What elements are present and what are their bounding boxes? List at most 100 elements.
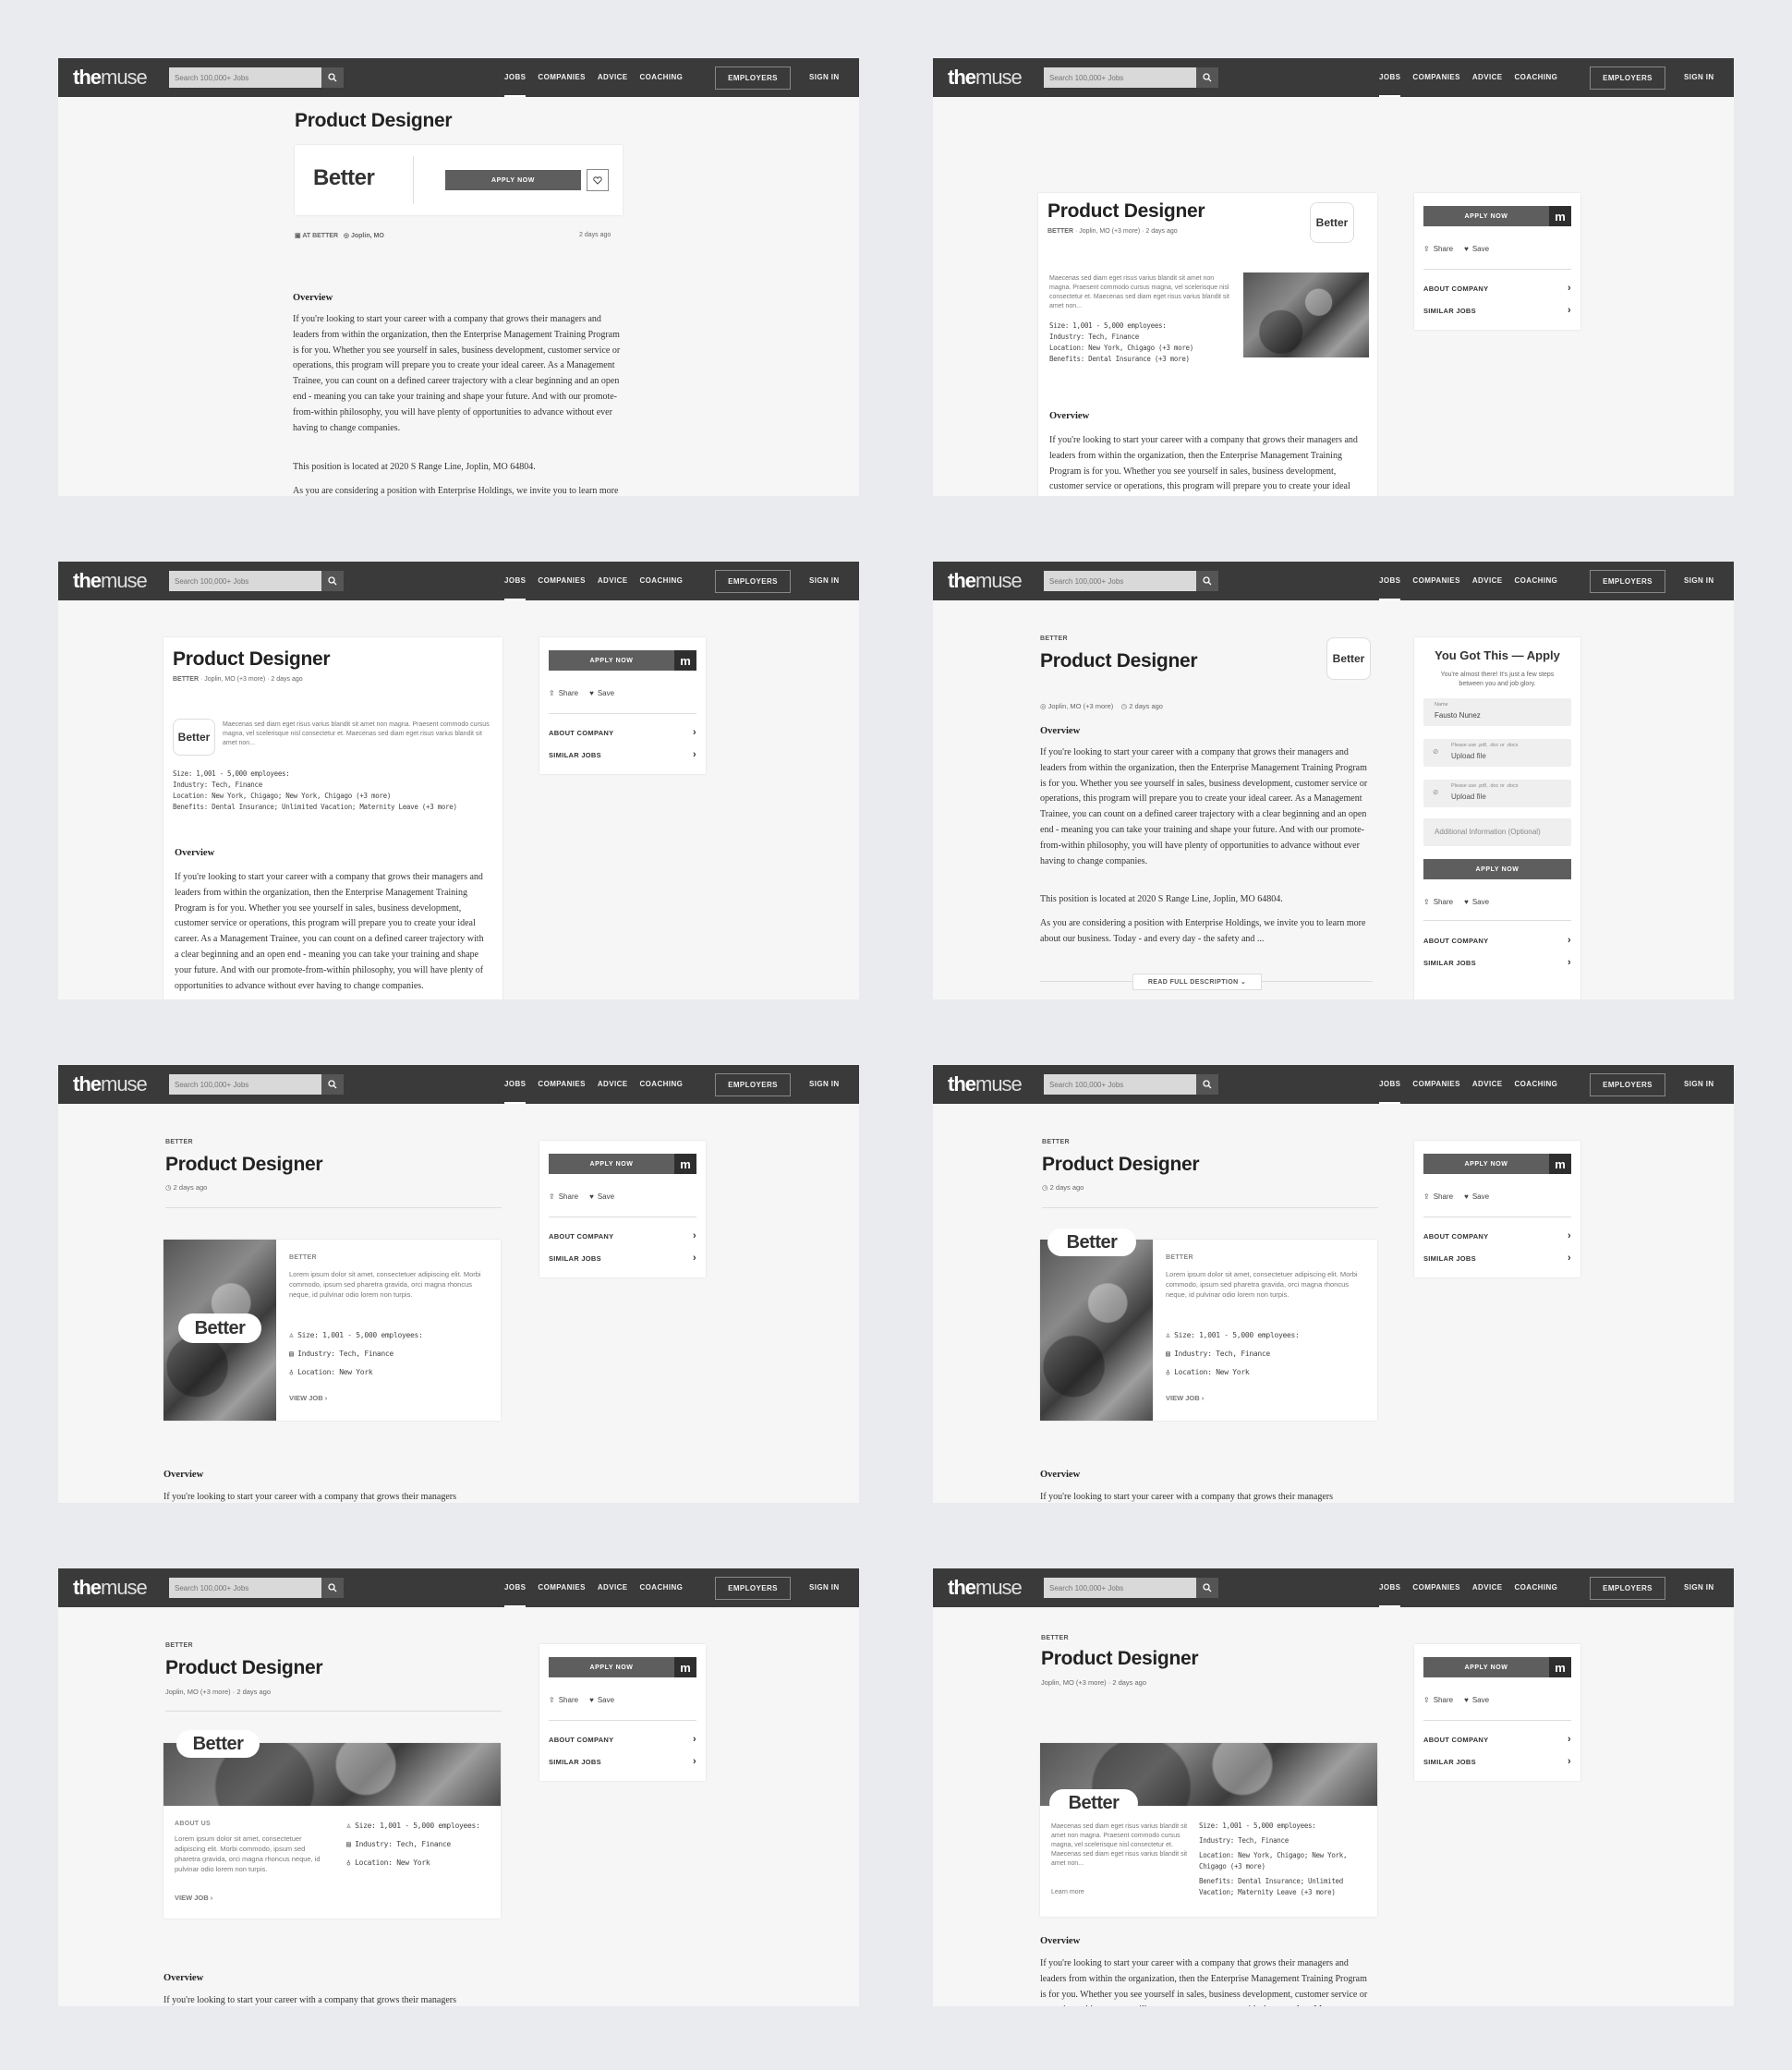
nav-coaching[interactable]: COACHING bbox=[640, 58, 684, 97]
search-input[interactable] bbox=[1044, 571, 1196, 591]
logo[interactable]: themuse bbox=[73, 1576, 162, 1600]
apply-button[interactable]: APPLY NOW bbox=[1423, 206, 1549, 226]
search-icon[interactable] bbox=[1196, 67, 1218, 88]
share-button[interactable]: ⇪ Share bbox=[1423, 1696, 1453, 1704]
logo[interactable]: themuse bbox=[73, 66, 162, 90]
nav-coaching[interactable]: COACHING bbox=[1515, 1568, 1558, 1607]
nav-advice[interactable]: ADVICE bbox=[1472, 1065, 1503, 1104]
nav-jobs[interactable]: JOBS bbox=[504, 1568, 527, 1607]
nav-companies[interactable]: COMPANIES bbox=[538, 1568, 585, 1607]
employers-button[interactable]: EMPLOYERS bbox=[715, 570, 791, 593]
about-company-link[interactable]: ABOUT COMPANY › bbox=[1423, 283, 1571, 294]
search-input[interactable] bbox=[169, 571, 321, 591]
nav-advice[interactable]: ADVICE bbox=[598, 58, 628, 97]
nav-companies[interactable]: COMPANIES bbox=[538, 58, 585, 97]
read-full-description-button[interactable]: READ FULL DESCRIPTION ⌄ bbox=[1132, 974, 1262, 990]
employers-button[interactable]: EMPLOYERS bbox=[715, 1073, 791, 1096]
nav-jobs[interactable]: JOBS bbox=[1379, 1568, 1401, 1607]
nav-companies[interactable]: COMPANIES bbox=[1412, 58, 1459, 97]
apply-button[interactable]: APPLY NOW bbox=[1423, 1657, 1549, 1677]
nav-coaching[interactable]: COACHING bbox=[640, 1568, 684, 1607]
similar-jobs-link[interactable]: SIMILAR JOBS › bbox=[1423, 305, 1571, 316]
apply-button[interactable]: APPLY NOW bbox=[549, 1154, 674, 1174]
sign-in-link[interactable]: SIGN IN bbox=[809, 1568, 840, 1607]
share-button[interactable]: ⇪ Share bbox=[549, 1696, 578, 1704]
employers-button[interactable]: EMPLOYERS bbox=[715, 67, 791, 90]
resume-upload[interactable]: ⊘ Please use .pdf, .doc or .docx Upload fi… bbox=[1423, 739, 1571, 767]
logo[interactable]: themuse bbox=[948, 569, 1036, 593]
similar-jobs-link[interactable]: SIMILAR JOBS › bbox=[1423, 957, 1571, 968]
nav-coaching[interactable]: COACHING bbox=[640, 1065, 684, 1104]
view-job-link[interactable]: VIEW JOB › bbox=[1166, 1393, 1204, 1403]
search-input[interactable] bbox=[1044, 1578, 1196, 1598]
apply-button[interactable]: APPLY NOW bbox=[549, 1657, 674, 1677]
nav-coaching[interactable]: COACHING bbox=[1515, 1065, 1558, 1104]
nav-coaching[interactable]: COACHING bbox=[1515, 562, 1558, 600]
heart-icon[interactable] bbox=[587, 169, 609, 191]
additional-info-field[interactable]: Additional Information (Optional) bbox=[1423, 818, 1571, 846]
sign-in-link[interactable]: SIGN IN bbox=[809, 1065, 840, 1104]
nav-advice[interactable]: ADVICE bbox=[1472, 58, 1503, 97]
nav-jobs[interactable]: JOBS bbox=[504, 58, 527, 97]
sign-in-link[interactable]: SIGN IN bbox=[1684, 58, 1714, 97]
search-input[interactable] bbox=[169, 1074, 321, 1095]
sign-in-link[interactable]: SIGN IN bbox=[809, 562, 840, 600]
logo[interactable]: themuse bbox=[73, 569, 162, 593]
save-button[interactable]: ♥ Save bbox=[1464, 898, 1489, 906]
similar-jobs-link[interactable]: SIMILAR JOBS › bbox=[549, 1253, 696, 1264]
learn-more-link[interactable]: Learn more bbox=[1051, 1887, 1084, 1897]
employers-button[interactable]: EMPLOYERS bbox=[1590, 67, 1665, 90]
employers-button[interactable]: EMPLOYERS bbox=[1590, 1577, 1665, 1600]
search-icon[interactable] bbox=[1196, 571, 1218, 591]
similar-jobs-link[interactable]: SIMILAR JOBS › bbox=[549, 1756, 696, 1767]
about-company-link[interactable]: ABOUT COMPANY › bbox=[549, 1230, 696, 1241]
apply-button[interactable]: APPLY NOW bbox=[445, 170, 581, 190]
save-button[interactable]: ♥ Save bbox=[1464, 1696, 1489, 1704]
search-icon[interactable] bbox=[1196, 1578, 1218, 1598]
sign-in-link[interactable]: SIGN IN bbox=[1684, 562, 1714, 600]
similar-jobs-link[interactable]: SIMILAR JOBS › bbox=[1423, 1253, 1571, 1264]
search-icon[interactable] bbox=[321, 1578, 344, 1598]
logo[interactable]: themuse bbox=[948, 1072, 1036, 1096]
nav-companies[interactable]: COMPANIES bbox=[1412, 1568, 1459, 1607]
apply-button[interactable]: APPLY NOW bbox=[1423, 1154, 1549, 1174]
nav-advice[interactable]: ADVICE bbox=[1472, 562, 1503, 600]
search-icon[interactable] bbox=[321, 1074, 344, 1095]
nav-jobs[interactable]: JOBS bbox=[1379, 1065, 1401, 1104]
about-company-link[interactable]: ABOUT COMPANY › bbox=[1423, 1734, 1571, 1745]
search-icon[interactable] bbox=[1196, 1074, 1218, 1095]
search-input[interactable] bbox=[169, 67, 321, 88]
nav-jobs[interactable]: JOBS bbox=[1379, 562, 1401, 600]
employers-button[interactable]: EMPLOYERS bbox=[1590, 1073, 1665, 1096]
nav-coaching[interactable]: COACHING bbox=[1515, 58, 1558, 97]
nav-jobs[interactable]: JOBS bbox=[1379, 58, 1401, 97]
nav-companies[interactable]: COMPANIES bbox=[1412, 562, 1459, 600]
save-button[interactable]: ♥ Save bbox=[1464, 1192, 1489, 1201]
nav-advice[interactable]: ADVICE bbox=[598, 562, 628, 600]
share-button[interactable]: ⇪ Share bbox=[549, 1192, 578, 1201]
save-button[interactable]: ♥ Save bbox=[589, 1192, 614, 1201]
share-button[interactable]: ⇪ Share bbox=[1423, 898, 1453, 906]
search-icon[interactable] bbox=[321, 67, 344, 88]
name-field[interactable]: Name Fausto Nunez bbox=[1423, 698, 1571, 726]
save-button[interactable]: ♥ Save bbox=[589, 689, 614, 697]
nav-companies[interactable]: COMPANIES bbox=[538, 1065, 585, 1104]
nav-coaching[interactable]: COACHING bbox=[640, 562, 684, 600]
logo[interactable]: themuse bbox=[948, 66, 1036, 90]
about-company-link[interactable]: ABOUT COMPANY › bbox=[1423, 1230, 1571, 1241]
nav-advice[interactable]: ADVICE bbox=[598, 1065, 628, 1104]
sign-in-link[interactable]: SIGN IN bbox=[809, 58, 840, 97]
apply-submit-button[interactable]: APPLY NOW bbox=[1423, 859, 1571, 879]
search-input[interactable] bbox=[1044, 67, 1196, 88]
view-job-link[interactable]: VIEW JOB › bbox=[175, 1893, 212, 1903]
nav-jobs[interactable]: JOBS bbox=[504, 1065, 527, 1104]
search-input[interactable] bbox=[169, 1578, 321, 1598]
nav-jobs[interactable]: JOBS bbox=[504, 562, 527, 600]
apply-button[interactable]: APPLY NOW bbox=[549, 650, 674, 671]
employers-button[interactable]: EMPLOYERS bbox=[1590, 570, 1665, 593]
search-icon[interactable] bbox=[321, 571, 344, 591]
view-job-link[interactable]: VIEW JOB › bbox=[289, 1393, 327, 1403]
nav-advice[interactable]: ADVICE bbox=[598, 1568, 628, 1607]
sign-in-link[interactable]: SIGN IN bbox=[1684, 1568, 1714, 1607]
search-input[interactable] bbox=[1044, 1074, 1196, 1095]
